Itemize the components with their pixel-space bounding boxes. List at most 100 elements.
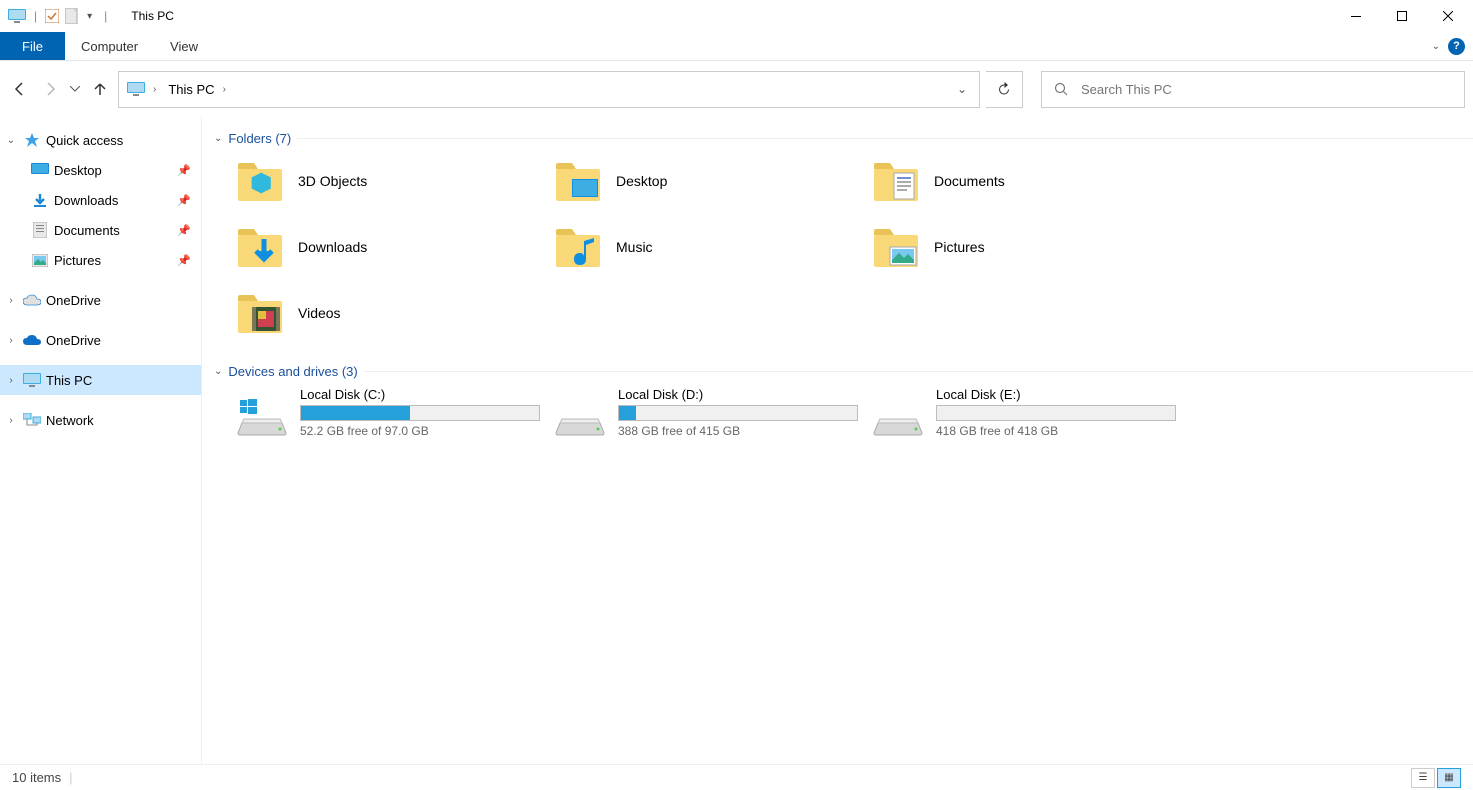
refresh-button[interactable]	[986, 71, 1023, 108]
folder-label: Videos	[298, 305, 341, 321]
drive-name: Local Disk (E:)	[936, 387, 1176, 402]
recent-locations-dropdown[interactable]	[68, 71, 82, 107]
properties-icon[interactable]	[45, 9, 59, 23]
star-icon	[22, 130, 42, 150]
sidebar-item-desktop[interactable]: Desktop 📌	[0, 155, 201, 185]
drive-free-text: 388 GB free of 415 GB	[618, 424, 858, 438]
sidebar-onedrive-1[interactable]: › OneDrive	[0, 285, 201, 315]
ribbon-tab-computer[interactable]: Computer	[65, 32, 154, 60]
folder-item-music[interactable]: Music	[554, 220, 872, 274]
folder-icon	[236, 289, 284, 337]
sidebar-onedrive-2[interactable]: › OneDrive	[0, 325, 201, 355]
folder-item-videos[interactable]: Videos	[236, 286, 554, 340]
window-title: This PC	[131, 9, 174, 23]
chevron-right-icon[interactable]: ›	[4, 375, 18, 386]
folder-label: 3D Objects	[298, 173, 367, 189]
chevron-down-icon[interactable]: ⌄	[210, 133, 222, 144]
chevron-right-icon[interactable]: ›	[4, 295, 18, 306]
sidebar-item-documents[interactable]: Documents 📌	[0, 215, 201, 245]
chevron-down-icon[interactable]: ⌄	[4, 135, 18, 146]
drive-usage-bar	[300, 405, 540, 421]
group-header-drives[interactable]: ⌄ Devices and drives (3)	[210, 360, 1473, 387]
search-input[interactable]	[1081, 82, 1452, 97]
sidebar-item-downloads[interactable]: Downloads 📌	[0, 185, 201, 215]
back-button[interactable]	[8, 71, 32, 107]
view-tiles-button[interactable]: ▦	[1437, 768, 1461, 788]
folder-icon	[872, 157, 920, 205]
folder-icon	[236, 223, 284, 271]
documents-icon	[30, 220, 50, 240]
chevron-right-icon[interactable]: ›	[4, 415, 18, 426]
sidebar-quick-access[interactable]: ⌄ Quick access	[0, 125, 201, 155]
search-icon	[1054, 82, 1069, 97]
onedrive-icon	[22, 290, 42, 310]
pc-icon	[8, 9, 26, 23]
pin-icon: 📌	[177, 254, 195, 267]
status-bar: 10 items | ☰ ▦	[0, 764, 1473, 790]
pin-icon: 📌	[177, 164, 195, 177]
ribbon-tabs: File Computer View ⌄ ?	[0, 32, 1473, 61]
folder-item-downloads[interactable]: Downloads	[236, 220, 554, 274]
folder-label: Downloads	[298, 239, 367, 255]
group-header-folders[interactable]: ⌄ Folders (7)	[210, 127, 1473, 154]
drive-free-text: 52.2 GB free of 97.0 GB	[300, 424, 540, 438]
pin-icon: 📌	[177, 224, 195, 237]
breadcrumb-this-pc[interactable]: This PC ›	[164, 82, 230, 97]
drive-usage-bar	[618, 405, 858, 421]
folder-label: Documents	[934, 173, 1005, 189]
close-button[interactable]	[1425, 1, 1471, 31]
folder-icon	[872, 223, 920, 271]
address-history-dropdown[interactable]: ⌄	[949, 82, 975, 96]
folder-item-3d[interactable]: 3D Objects	[236, 154, 554, 208]
folder-icon	[236, 157, 284, 205]
desktop-icon	[30, 160, 50, 180]
up-button[interactable]	[88, 71, 112, 107]
drive-icon	[236, 387, 288, 437]
title-bar: | ▾ | This PC	[0, 0, 1473, 32]
drive-item[interactable]: Local Disk (E:) 418 GB free of 418 GB	[872, 387, 1190, 445]
chevron-down-icon[interactable]: ⌄	[210, 366, 222, 377]
drive-free-text: 418 GB free of 418 GB	[936, 424, 1176, 438]
folder-item-documents[interactable]: Documents	[872, 154, 1190, 208]
status-item-count: 10 items	[12, 770, 61, 785]
breadcrumb-root[interactable]: ›	[123, 82, 160, 96]
folder-label: Music	[616, 239, 653, 255]
pin-icon: 📌	[177, 194, 195, 207]
address-bar[interactable]: › This PC › ⌄	[118, 71, 980, 108]
help-button[interactable]: ?	[1448, 38, 1465, 55]
forward-button[interactable]	[38, 71, 62, 107]
drive-name: Local Disk (C:)	[300, 387, 540, 402]
folder-icon	[554, 157, 602, 205]
onedrive-icon	[22, 330, 42, 350]
customize-qat-dropdown[interactable]: ▾	[87, 11, 92, 22]
minimize-button[interactable]	[1333, 1, 1379, 31]
drive-item[interactable]: Local Disk (D:) 388 GB free of 415 GB	[554, 387, 872, 445]
maximize-button[interactable]	[1379, 1, 1425, 31]
drive-icon	[554, 387, 606, 437]
content-pane: ⌄ Folders (7) 3D Objects Desktop Documents…	[202, 117, 1473, 764]
search-box[interactable]	[1041, 71, 1465, 108]
ribbon-tab-view[interactable]: View	[154, 32, 214, 60]
sidebar-this-pc[interactable]: › This PC	[0, 365, 201, 395]
new-item-icon[interactable]	[65, 8, 79, 24]
drive-item[interactable]: Local Disk (C:) 52.2 GB free of 97.0 GB	[236, 387, 554, 445]
drive-name: Local Disk (D:)	[618, 387, 858, 402]
folder-label: Pictures	[934, 239, 985, 255]
chevron-right-icon[interactable]: ›	[4, 335, 18, 346]
quick-access-toolbar: | ▾	[2, 8, 92, 24]
folder-icon	[554, 223, 602, 271]
sidebar-item-pictures[interactable]: Pictures 📌	[0, 245, 201, 275]
view-details-button[interactable]: ☰	[1411, 768, 1435, 788]
folder-item-pictures[interactable]: Pictures	[872, 220, 1190, 274]
folder-label: Desktop	[616, 173, 667, 189]
drive-usage-bar	[936, 405, 1176, 421]
folder-item-desktop[interactable]: Desktop	[554, 154, 872, 208]
downloads-icon	[30, 190, 50, 210]
sidebar-network[interactable]: › Network	[0, 405, 201, 435]
ribbon-expand-icon[interactable]: ⌄	[1432, 41, 1440, 52]
network-icon	[22, 410, 42, 430]
pictures-icon	[30, 250, 50, 270]
ribbon-file-tab[interactable]: File	[0, 32, 65, 60]
drive-icon	[872, 387, 924, 437]
pc-icon	[22, 370, 42, 390]
